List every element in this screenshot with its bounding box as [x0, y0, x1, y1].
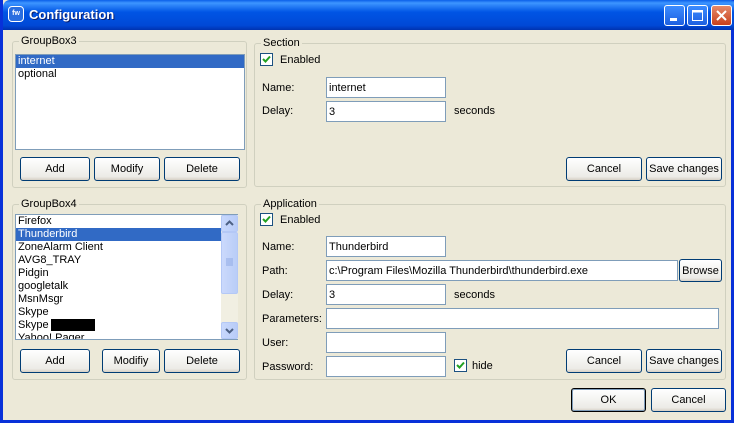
section-enabled-label: Enabled	[280, 54, 321, 66]
password-input[interactable]	[326, 356, 446, 377]
application-seconds-label: seconds	[454, 289, 495, 301]
section-save-button[interactable]: Save changes	[646, 157, 722, 181]
parameters-label: Parameters:	[262, 313, 322, 325]
password-label: Password:	[262, 361, 314, 373]
cancel-button[interactable]: Cancel	[651, 388, 726, 412]
application-delay-label: Delay:	[262, 289, 294, 301]
chevron-down-icon	[225, 328, 234, 334]
groupbox3-title: GroupBox3	[19, 35, 79, 47]
section-list[interactable]: internet optional	[15, 54, 245, 150]
hide-password-label: hide	[472, 360, 493, 372]
window-title: Configuration	[29, 7, 115, 22]
application-name-input[interactable]	[326, 236, 446, 257]
parameters-input[interactable]	[326, 308, 719, 329]
list-item[interactable]: MsnMsgr	[16, 293, 237, 306]
minimize-button[interactable]	[664, 5, 685, 26]
list-item[interactable]: ZoneAlarm Client	[16, 241, 237, 254]
list-item[interactable]: Skype	[16, 319, 237, 332]
redaction-block	[50, 319, 95, 331]
modify-application-button[interactable]: Modifiy	[102, 349, 160, 373]
application-list[interactable]: Firefox Thunderbird ZoneAlarm Client AVG…	[15, 214, 238, 340]
checkmark-icon	[262, 55, 271, 63]
maximize-button[interactable]	[687, 5, 708, 26]
application-enabled-checkbox[interactable]	[260, 213, 273, 226]
section-cancel-button[interactable]: Cancel	[566, 157, 642, 181]
add-section-button[interactable]: Add	[20, 157, 90, 181]
ok-button[interactable]: OK	[571, 388, 646, 412]
close-button[interactable]	[711, 5, 732, 26]
list-item[interactable]: AVG8_TRAY	[16, 254, 237, 267]
section-seconds-label: seconds	[454, 105, 495, 117]
grip-icon	[226, 258, 233, 266]
scroll-thumb[interactable]	[221, 232, 238, 294]
add-application-button[interactable]: Add	[20, 349, 90, 373]
application-list-scrollbar[interactable]	[221, 215, 238, 339]
list-item[interactable]: Yahoo! Pager	[16, 332, 237, 339]
section-delay-label: Delay:	[262, 105, 294, 117]
browse-button[interactable]: Browse	[679, 259, 722, 282]
list-item[interactable]: optional	[16, 68, 244, 81]
scroll-up-button[interactable]	[221, 215, 238, 232]
checkmark-icon	[262, 215, 271, 223]
scroll-down-button[interactable]	[221, 322, 238, 339]
section-title: Section	[261, 37, 302, 49]
close-icon	[716, 10, 727, 21]
maximize-icon	[692, 10, 703, 21]
application-name-label: Name:	[262, 241, 295, 253]
chevron-up-icon	[225, 220, 234, 226]
user-label: User:	[262, 337, 289, 349]
section-enabled-checkbox[interactable]	[260, 53, 273, 66]
section-name-input[interactable]	[326, 77, 446, 98]
user-input[interactable]	[326, 332, 446, 353]
checkmark-icon	[456, 361, 465, 369]
minimize-icon	[670, 18, 677, 21]
title-bar[interactable]: fw Configuration	[3, 0, 734, 30]
list-item[interactable]: internet	[16, 55, 244, 68]
section-delay-input[interactable]	[326, 101, 446, 122]
modify-section-button[interactable]: Modify	[94, 157, 160, 181]
delete-section-button[interactable]: Delete	[164, 157, 240, 181]
application-cancel-button[interactable]: Cancel	[566, 349, 642, 373]
application-path-label: Path:	[262, 265, 288, 277]
application-save-button[interactable]: Save changes	[646, 349, 722, 373]
delete-application-button[interactable]: Delete	[164, 349, 240, 373]
list-item[interactable]: Skype	[16, 306, 237, 319]
application-path-input[interactable]	[326, 260, 678, 281]
groupbox4-title: GroupBox4	[19, 198, 79, 210]
list-item[interactable]: googletalk	[16, 280, 237, 293]
application-delay-input[interactable]	[326, 284, 446, 305]
app-icon[interactable]: fw	[8, 6, 24, 22]
configuration-window: fw Configuration GroupBox3 internet opti…	[0, 0, 734, 423]
application-title: Application	[261, 198, 319, 210]
section-name-label: Name:	[262, 82, 295, 94]
list-item-label: Skype	[18, 319, 49, 331]
list-item[interactable]: Firefox	[16, 215, 237, 228]
list-item[interactable]: Thunderbird	[16, 228, 237, 241]
list-item[interactable]: Pidgin	[16, 267, 237, 280]
hide-password-checkbox[interactable]	[454, 359, 467, 372]
application-enabled-label: Enabled	[280, 214, 321, 226]
